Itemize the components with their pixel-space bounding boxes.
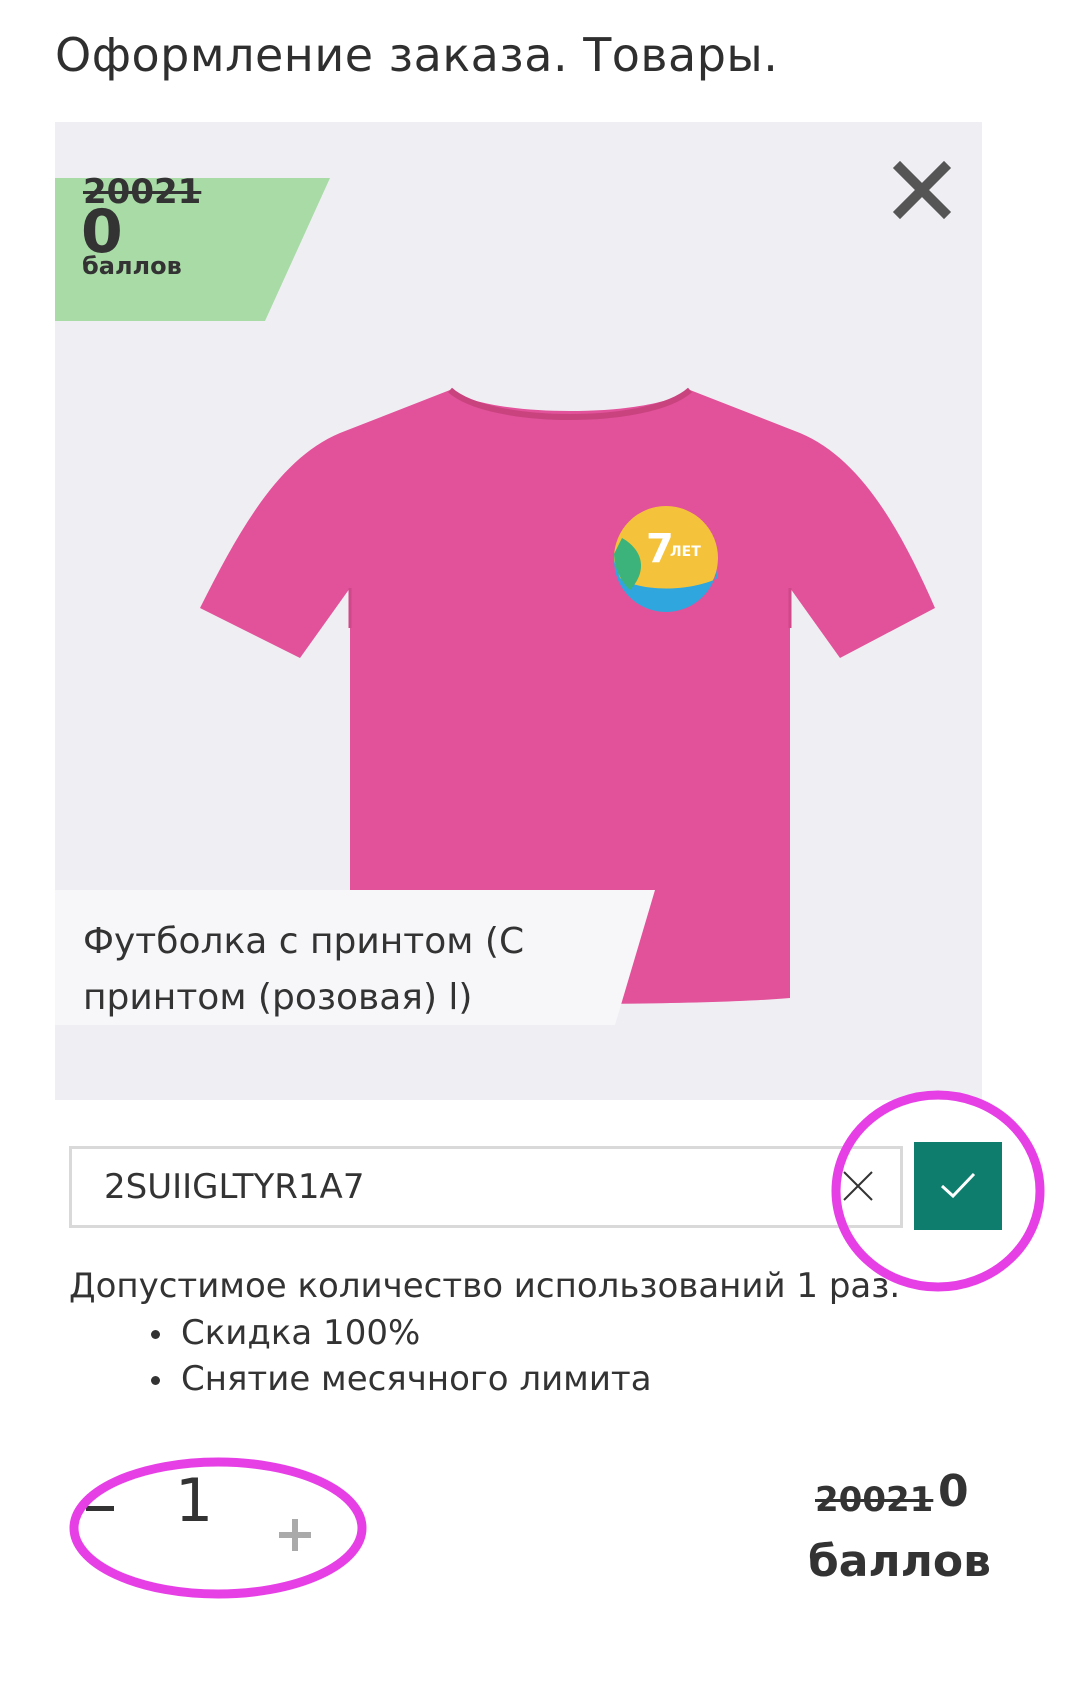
total-new-price: 0 (938, 1466, 969, 1517)
badge-price-unit: баллов (82, 252, 182, 280)
product-card: 20021 0 баллов 7 ЛЕТ Футболка с принтом … (55, 122, 982, 1100)
promo-usage-text: Допустимое количество использований 1 ра… (69, 1266, 901, 1306)
clear-promo-icon[interactable] (840, 1168, 876, 1204)
print-logo: 7 ЛЕТ (614, 506, 718, 612)
apply-promo-button[interactable] (914, 1142, 1002, 1230)
annotation-circle-quantity (69, 1457, 367, 1599)
page-title: Оформление заказа. Товары. (55, 28, 779, 82)
benefit-item: Скидка 100% (145, 1310, 652, 1356)
promo-code-field[interactable]: 2SUIIGLTYR1A7 (69, 1146, 903, 1228)
promo-code-value: 2SUIIGLTYR1A7 (104, 1167, 365, 1207)
benefit-item: Снятие месячного лимита (145, 1356, 652, 1402)
product-title-banner: Футболка с принтом (С принтом (розовая) … (55, 890, 705, 1035)
quantity-minus-button[interactable] (86, 1506, 114, 1511)
total-old-price: 20021 (815, 1480, 934, 1520)
check-icon (940, 1172, 976, 1199)
promo-benefits-list: Скидка 100% Снятие месячного лимита (145, 1310, 652, 1402)
remove-item-icon[interactable] (892, 160, 952, 220)
total-price-unit: баллов (808, 1536, 991, 1587)
product-title: Футболка с принтом (С принтом (розовая) … (83, 921, 525, 1018)
print-label: ЛЕТ (670, 544, 701, 560)
quantity-plus-button[interactable] (275, 1515, 315, 1555)
quantity-value: 1 (175, 1466, 214, 1536)
